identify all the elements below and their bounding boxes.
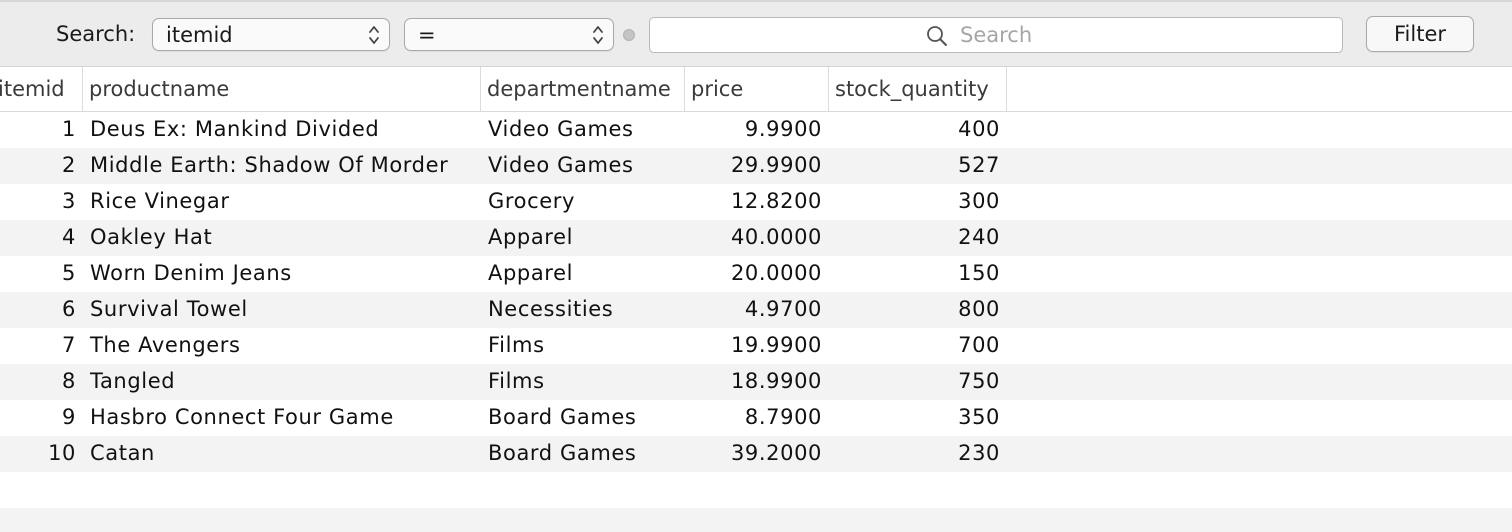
cell-departmentname: Apparel [488,261,574,285]
cell-departmentname: Board Games [488,441,637,465]
empty-row [0,508,1512,532]
table-row[interactable]: 8 Tangled Films 18.9900 750 [0,364,1512,400]
cell-productname: Tangled [90,369,176,393]
operator-select[interactable]: = [404,18,614,51]
cell-itemid: 5 [62,261,76,285]
cell-departmentname: Films [488,369,545,393]
cell-productname: Catan [90,441,155,465]
cell-itemid: 2 [62,153,76,177]
cell-itemid: 10 [48,441,76,465]
table-row[interactable]: 7 The Avengers Films 19.9900 700 [0,328,1512,364]
search-input[interactable]: Search [649,17,1343,53]
filter-button[interactable]: Filter [1366,16,1474,52]
cell-price: 8.7900 [744,405,822,429]
cell-departmentname: Video Games [488,117,634,141]
operator-select-value: = [418,23,436,47]
cell-productname: Hasbro Connect Four Game [90,405,394,429]
table-row[interactable]: 4 Oakley Hat Apparel 40.0000 240 [0,220,1512,256]
cell-itemid: 8 [62,369,76,393]
cell-price: 29.9900 [730,153,822,177]
cell-productname: Worn Denim Jeans [90,261,292,285]
status-dot [623,29,635,41]
cell-productname: The Avengers [90,333,241,357]
table-body: 1 Deus Ex: Mankind Divided Video Games 9… [0,112,1512,472]
cell-price: 18.9900 [730,369,822,393]
cell-stock-quantity: 527 [958,153,1000,177]
table-row[interactable]: 9 Hasbro Connect Four Game Board Games 8… [0,400,1512,436]
cell-productname: Oakley Hat [90,225,213,249]
cell-stock-quantity: 750 [958,369,1000,393]
cell-departmentname: Video Games [488,153,634,177]
cell-itemid: 7 [62,333,76,357]
cell-departmentname: Films [488,333,545,357]
cell-departmentname: Apparel [488,225,574,249]
column-header-itemid[interactable]: itemid [0,67,83,111]
table-header: itemid productname departmentname price … [0,67,1512,112]
filter-bar: Search: itemid = Search Filter [0,0,1512,67]
cell-productname: Rice Vinegar [90,189,230,213]
cell-departmentname: Grocery [488,189,576,213]
table-row[interactable]: 3 Rice Vinegar Grocery 12.8200 300 [0,184,1512,220]
cell-price: 4.9700 [744,297,822,321]
cell-stock-quantity: 230 [958,441,1000,465]
updown-chevron-icon [369,26,379,44]
cell-stock-quantity: 240 [958,225,1000,249]
cell-price: 40.0000 [730,225,822,249]
cell-departmentname: Necessities [488,297,614,321]
cell-price: 19.9900 [730,333,822,357]
cell-stock-quantity: 400 [958,117,1000,141]
table-row[interactable]: 2 Middle Earth: Shadow Of Morder Video G… [0,148,1512,184]
column-select[interactable]: itemid [152,18,390,51]
cell-productname: Survival Towel [90,297,248,321]
column-header-stock-quantity[interactable]: stock_quantity [829,67,1007,111]
table-row[interactable]: 1 Deus Ex: Mankind Divided Video Games 9… [0,112,1512,148]
cell-stock-quantity: 300 [958,189,1000,213]
cell-itemid: 4 [62,225,76,249]
cell-price: 9.9900 [744,117,822,141]
cell-itemid: 3 [62,189,76,213]
cell-price: 39.2000 [730,441,822,465]
column-header-price[interactable]: price [685,67,829,111]
table-row[interactable]: 5 Worn Denim Jeans Apparel 20.0000 150 [0,256,1512,292]
updown-chevron-icon [593,26,603,44]
cell-itemid: 1 [62,117,76,141]
cell-departmentname: Board Games [488,405,637,429]
cell-itemid: 6 [62,297,76,321]
cell-stock-quantity: 150 [958,261,1000,285]
column-header-productname[interactable]: productname [83,67,481,111]
cell-productname: Deus Ex: Mankind Divided [90,117,380,141]
cell-itemid: 9 [62,405,76,429]
table-row[interactable]: 10 Catan Board Games 39.2000 230 [0,436,1512,472]
cell-stock-quantity: 700 [958,333,1000,357]
table-row[interactable]: 6 Survival Towel Necessities 4.9700 800 [0,292,1512,328]
magnifier-icon [927,26,947,46]
cell-productname: Middle Earth: Shadow Of Morder [90,153,449,177]
cell-stock-quantity: 800 [958,297,1000,321]
column-header-departmentname[interactable]: departmentname [481,67,685,111]
search-label: Search: [56,22,136,46]
column-select-value: itemid [166,23,233,47]
empty-row [0,472,1512,508]
cell-price: 20.0000 [730,261,822,285]
cell-stock-quantity: 350 [958,405,1000,429]
cell-price: 12.8200 [730,189,822,213]
search-placeholder: Search [960,23,1033,47]
